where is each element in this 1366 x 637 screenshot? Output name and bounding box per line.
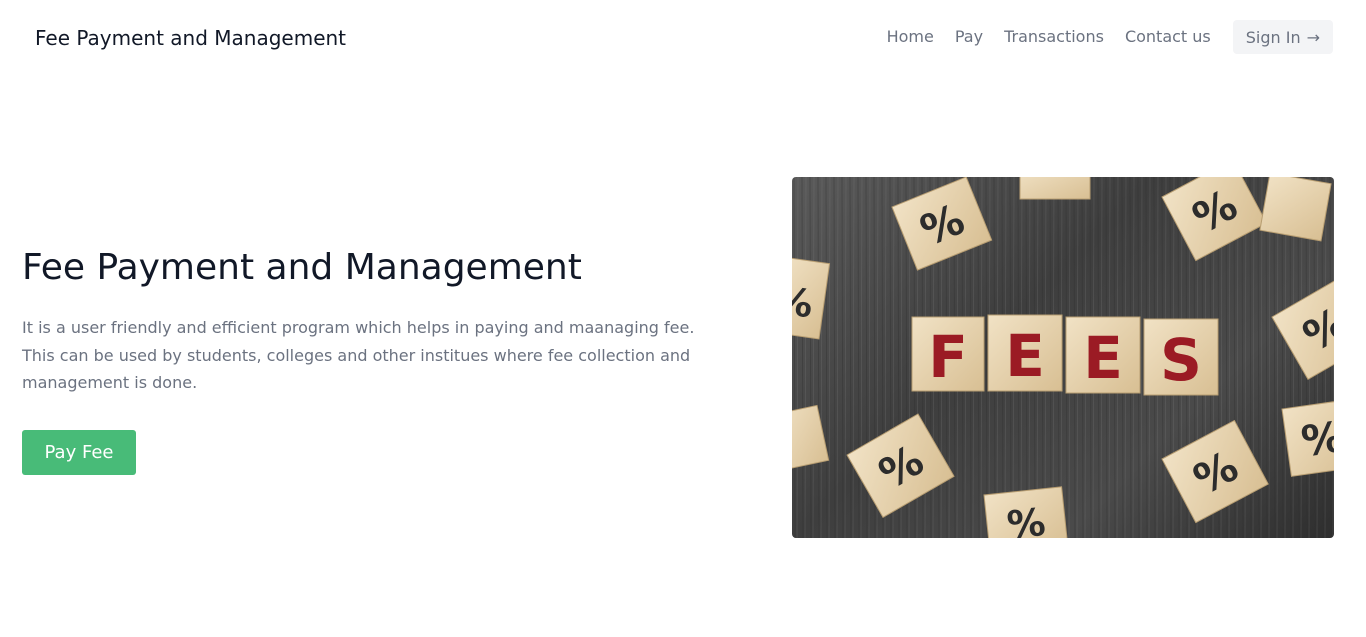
letter-block: E <box>987 314 1063 392</box>
plain-cube <box>1019 177 1091 200</box>
hero-description: It is a user friendly and efficient prog… <box>22 318 695 392</box>
fees-blocks-image: % % % % % % % % F E E S <box>792 177 1334 538</box>
svg-text:%: % <box>1005 500 1047 538</box>
percent-cube: % <box>983 486 1069 538</box>
percent-cube: % <box>1281 398 1334 477</box>
sign-in-label: Sign In <box>1245 27 1301 47</box>
nav-home[interactable]: Home <box>887 20 934 54</box>
main-nav: Home Pay Transactions Contact us Sign In… <box>887 20 1333 54</box>
arrow-right-icon: → <box>1306 27 1320 47</box>
plain-cube <box>1259 177 1332 242</box>
svg-text:S: S <box>1160 326 1202 394</box>
nav-contact-us[interactable]: Contact us <box>1125 20 1211 54</box>
nav-transactions[interactable]: Transactions <box>1004 20 1104 54</box>
svg-text:E: E <box>1083 324 1123 392</box>
brand-title[interactable]: Fee Payment and Management <box>35 26 346 50</box>
letter-block: E <box>1065 316 1141 394</box>
fees-blocks-illustration: % % % % % % % % F E E S <box>792 177 1334 538</box>
hero-title: Fee Payment and Management <box>22 247 582 288</box>
sign-in-button[interactable]: Sign In → <box>1232 20 1333 54</box>
letter-block: F <box>911 316 985 392</box>
letter-block: S <box>1143 318 1219 396</box>
svg-text:F: F <box>928 323 968 391</box>
nav-pay[interactable]: Pay <box>955 20 983 54</box>
svg-text:E: E <box>1005 322 1045 390</box>
pay-fee-button[interactable]: Pay Fee <box>22 430 136 475</box>
svg-text:%: % <box>1298 412 1334 466</box>
